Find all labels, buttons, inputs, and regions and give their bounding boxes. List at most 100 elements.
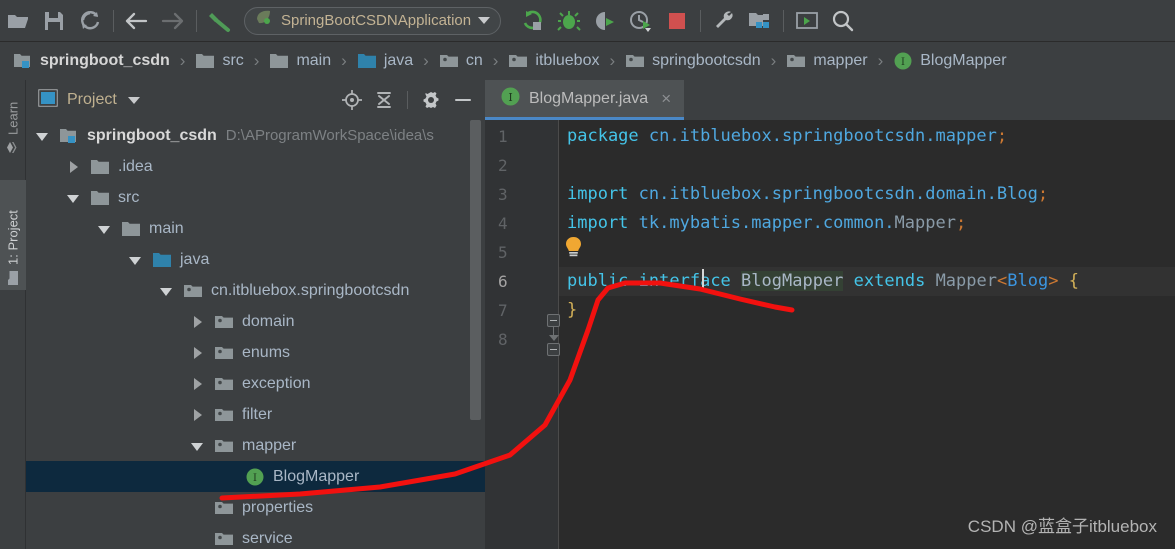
code-line-4[interactable]: import tk.mybatis.mapper.common.Mapper; [559,209,1175,238]
gutter-line-number[interactable]: 5 [485,238,558,267]
chevron-down-icon[interactable] [127,96,140,104]
tree-item-exception[interactable]: exception [26,368,485,399]
project-tool-window: Project springboot_csdn D:\AProgramWorkS… [26,80,485,549]
forward-arrow-icon[interactable] [155,3,191,39]
search-everywhere-icon[interactable] [825,3,861,39]
build-hammer-icon[interactable] [202,3,238,39]
settings-gear-icon[interactable] [417,86,445,114]
sync-refresh-icon[interactable] [72,3,108,39]
code-token: Blog [1007,271,1049,291]
tree-item-properties[interactable]: properties [26,492,485,523]
tree-item-filter[interactable]: filter [26,399,485,430]
stop-icon[interactable] [659,3,695,39]
breadcrumb-separator: › [253,51,260,70]
breadcrumb-item-springboot-csdn[interactable]: springboot_csdn [10,52,173,70]
run-configuration-selector[interactable]: SpringBootCSDNApplication [244,6,502,35]
tree-item-main[interactable]: main [26,213,485,244]
editor-gutter[interactable]: 12345678 [485,120,558,549]
project-structure-icon[interactable] [742,3,778,39]
breadcrumb-item-mapper[interactable]: mapper [783,52,870,70]
gutter-line-number[interactable]: 3 [485,180,558,209]
tree-item-mapper[interactable]: mapper [26,430,485,461]
close-icon[interactable]: × [661,90,671,107]
code-token: tk.mybatis.mapper.common. [638,213,895,233]
scroll-from-source-icon[interactable] [338,86,366,114]
tree-scrollbar-thumb[interactable] [470,120,481,420]
tree-item-label: domain [242,312,295,330]
code-line-7[interactable]: } [559,296,1175,325]
intention-bulb-icon[interactable] [565,237,582,258]
code-line-1[interactable]: package cn.itbluebox.springbootcsdn.mapp… [559,122,1175,151]
chevron-right-icon[interactable] [191,315,205,329]
code-line-2[interactable] [559,151,1175,180]
tree-item-src[interactable]: src [26,182,485,213]
tree-item--idea[interactable]: .idea [26,151,485,182]
tree-scrollbar[interactable] [470,120,481,549]
code-lines[interactable]: package cn.itbluebox.springbootcsdn.mapp… [559,120,1175,549]
gutter-line-number[interactable]: 2 [485,151,558,180]
hide-panel-icon[interactable] [449,86,477,114]
save-all-icon[interactable] [36,3,72,39]
package-icon [214,437,234,455]
tab-blogmapper-java[interactable]: I BlogMapper.java × [485,80,685,120]
module-folder-icon [59,127,79,145]
tree-item-java[interactable]: java [26,244,485,275]
chevron-down-icon[interactable] [36,129,50,143]
tree-item-enums[interactable]: enums [26,337,485,368]
code-line-5[interactable] [559,238,1175,267]
breadcrumb-separator: › [877,51,884,70]
run-with-coverage-icon[interactable] [587,3,623,39]
open-project-icon[interactable] [0,3,36,39]
run-icon[interactable] [515,3,551,39]
code-line-3[interactable]: import cn.itbluebox.springbootcsdn.domai… [559,180,1175,209]
package-icon [625,52,645,70]
tree-item-cn-itbluebox-springbootcsdn[interactable]: cn.itbluebox.springbootcsdn [26,275,485,306]
chevron-down-icon[interactable] [67,191,81,205]
breadcrumb-item-src[interactable]: src [192,52,246,70]
code-token: cn.itbluebox.springbootcsdn.domain.Blog [638,184,1038,204]
text-caret [702,269,704,290]
tree-item-service[interactable]: service [26,523,485,549]
breadcrumb-item-java[interactable]: java [354,52,416,70]
breadcrumb-item-blogmapper[interactable]: I BlogMapper [890,52,1009,70]
code-line-6[interactable]: public interface BlogMapper extends Mapp… [559,267,1175,296]
project-tree[interactable]: springboot_csdn D:\AProgramWorkSpace\idea… [26,120,485,549]
chevron-right-icon[interactable] [191,408,205,422]
sidebar-item-project[interactable]: 1: Project [0,180,26,290]
code-token: > [1048,271,1059,291]
package-icon [214,344,234,362]
breadcrumb-item-itbluebox[interactable]: itbluebox [505,52,602,70]
collapse-all-icon[interactable] [370,86,398,114]
gutter-line-number[interactable]: 1 [485,122,558,151]
run-anything-icon[interactable] [789,3,825,39]
tree-item-springboot-csdn[interactable]: springboot_csdn D:\AProgramWorkSpace\idea… [26,120,485,151]
gutter-line-number[interactable]: 6 [485,267,558,296]
chevron-down-icon[interactable] [160,284,174,298]
breadcrumb-item-cn[interactable]: cn [436,52,486,70]
code-line-8[interactable] [559,325,1175,354]
tree-item-blogmapper[interactable]: I BlogMapper [26,461,485,492]
settings-wrench-icon[interactable] [706,3,742,39]
code-editor[interactable]: 12345678 package cn.itbluebox.springboot… [485,120,1175,549]
breadcrumb-item-main[interactable]: main [266,52,334,70]
tree-item-domain[interactable]: domain [26,306,485,337]
chevron-down-icon[interactable] [191,439,205,453]
chevron-down-icon[interactable] [129,253,143,267]
debug-icon[interactable] [551,3,587,39]
toolbar-divider-4 [783,9,785,32]
gutter-line-number[interactable]: 4 [485,209,558,238]
code-token: Mapper [935,271,997,291]
chevron-right-icon[interactable] [67,160,81,174]
chevron-right-icon[interactable] [191,346,205,360]
profile-icon[interactable] [623,3,659,39]
sidebar-item-learn[interactable]: Learn [0,82,26,160]
chevron-right-icon[interactable] [191,377,205,391]
breadcrumb-item-springbootcsdn[interactable]: springbootcsdn [622,52,764,70]
module-folder-icon [13,52,33,70]
chevron-down-icon[interactable] [98,222,112,236]
chevron-down-icon[interactable] [478,17,491,24]
back-arrow-icon[interactable] [119,3,155,39]
